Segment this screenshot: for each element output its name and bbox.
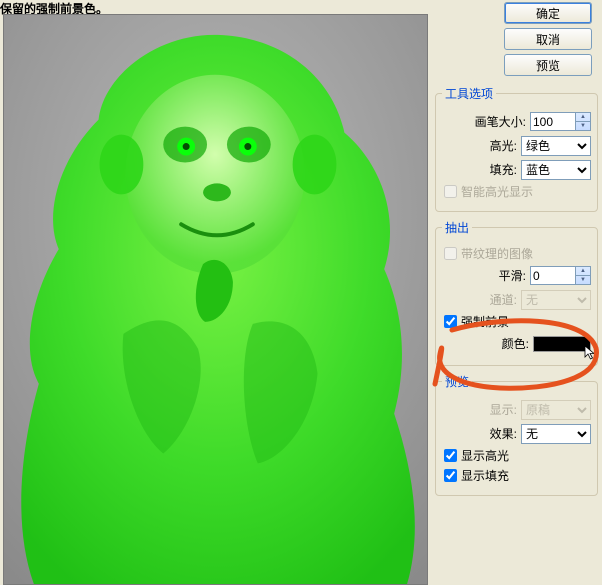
force-foreground-checkbox[interactable] xyxy=(444,315,457,328)
highlight-select[interactable]: 绿色 xyxy=(521,136,591,156)
smooth-label: 平滑: xyxy=(499,267,526,284)
preview-image xyxy=(4,15,427,584)
ok-button[interactable]: 确定 xyxy=(504,2,592,24)
smart-highlight-label: 智能高光显示 xyxy=(461,183,533,200)
textured-label: 带纹理的图像 xyxy=(461,245,533,262)
cancel-button[interactable]: 取消 xyxy=(504,28,592,50)
brush-size-spinner[interactable]: ▲ ▼ xyxy=(575,112,591,131)
chevron-down-icon[interactable]: ▼ xyxy=(576,122,590,130)
chevron-up-icon[interactable]: ▲ xyxy=(576,267,590,276)
dialog-buttons: 确定 取消 预览 xyxy=(435,0,598,78)
preview-button[interactable]: 预览 xyxy=(504,54,592,76)
force-foreground-label: 强制前景 xyxy=(461,313,509,330)
chevron-down-icon[interactable]: ▼ xyxy=(576,276,590,284)
color-swatch[interactable] xyxy=(533,336,591,352)
brush-size-input[interactable] xyxy=(530,112,576,131)
effect-label: 效果: xyxy=(490,425,517,442)
image-preview-area[interactable] xyxy=(3,14,428,585)
smooth-spinner[interactable]: ▲ ▼ xyxy=(575,266,591,285)
show-highlight-label: 显示高光 xyxy=(461,447,509,464)
extract-group: 抽出 带纹理的图像 平滑: ▲ ▼ 通道: 无 强制前景 颜色: xyxy=(435,219,598,366)
right-panel: 确定 取消 预览 工具选项 画笔大小: ▲ ▼ 高光: 绿色 填充: 蓝色 xyxy=(433,0,602,585)
smooth-input[interactable] xyxy=(530,266,576,285)
textured-checkbox xyxy=(444,247,457,260)
smart-highlight-checkbox xyxy=(444,185,457,198)
cursor-icon xyxy=(584,345,600,361)
fill-label: 填充: xyxy=(490,161,517,178)
show-fill-label: 显示填充 xyxy=(461,467,509,484)
tool-options-group: 工具选项 画笔大小: ▲ ▼ 高光: 绿色 填充: 蓝色 智能高光显示 xyxy=(435,85,598,212)
preview-group: 预览 显示: 原稿 效果: 无 显示高光 显示填充 xyxy=(435,373,598,496)
effect-select[interactable]: 无 xyxy=(521,424,591,444)
display-label: 显示: xyxy=(490,401,517,418)
fill-select[interactable]: 蓝色 xyxy=(521,160,591,180)
channel-label: 通道: xyxy=(490,291,517,308)
color-label: 颜色: xyxy=(502,335,529,352)
highlight-label: 高光: xyxy=(490,137,517,154)
extract-legend: 抽出 xyxy=(442,219,472,236)
tool-options-legend: 工具选项 xyxy=(442,85,496,102)
show-highlight-checkbox[interactable] xyxy=(444,449,457,462)
preview-legend: 预览 xyxy=(442,373,472,390)
brush-size-label: 画笔大小: xyxy=(475,113,526,130)
show-fill-checkbox[interactable] xyxy=(444,469,457,482)
channel-select: 无 xyxy=(521,290,591,310)
chevron-up-icon[interactable]: ▲ xyxy=(576,113,590,122)
display-select: 原稿 xyxy=(521,400,591,420)
